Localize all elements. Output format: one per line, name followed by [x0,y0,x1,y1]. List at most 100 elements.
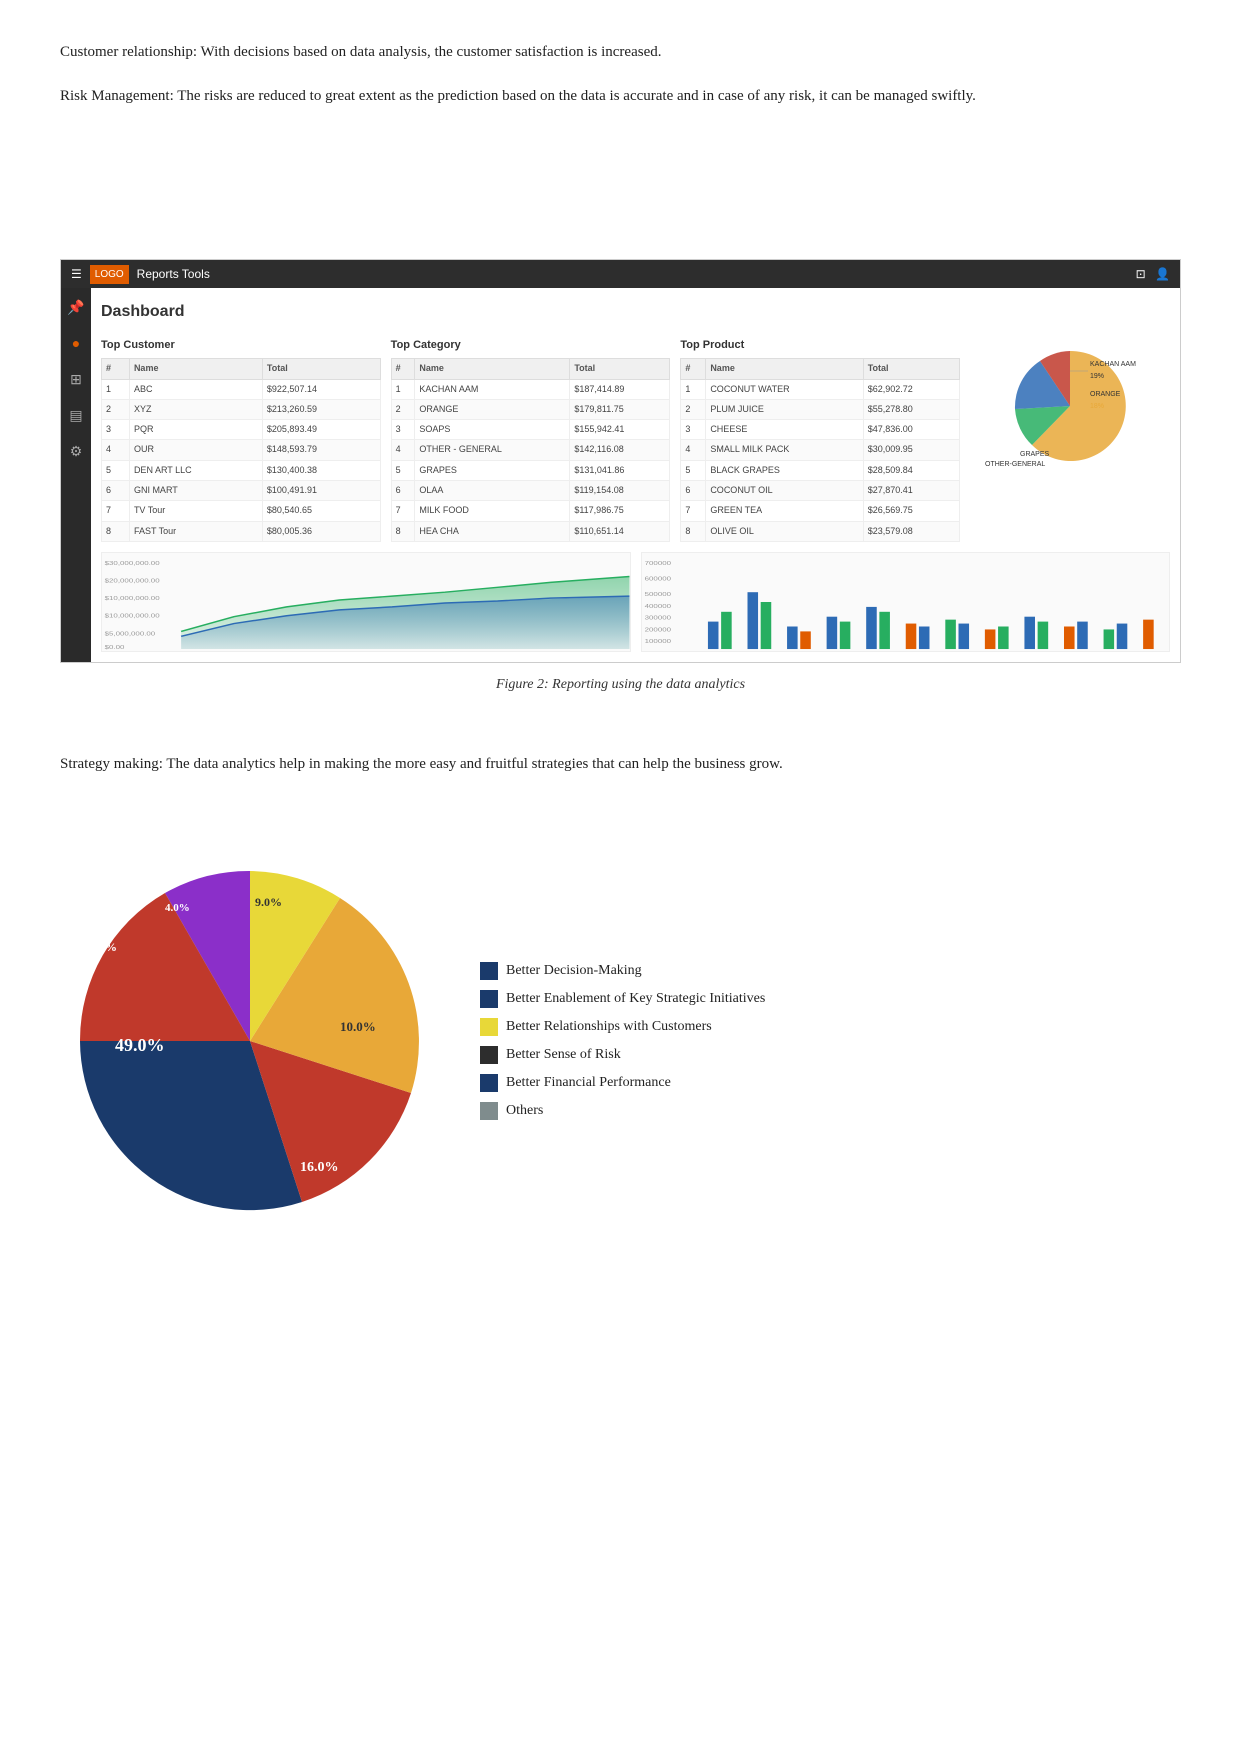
legend-label-1: Better Decision-Making [506,957,642,985]
legend-item-2: Better Enablement of Key Strategic Initi… [480,985,765,1013]
svg-text:10.0%: 10.0% [340,1019,376,1034]
top-product-section: Top Product # Name Total 1COCONUT WATER$… [680,336,960,542]
table-row: 5GRAPES$131,041.86 [391,460,670,480]
col-total: Total [262,359,380,379]
top-customer-section: Top Customer # Name Total 1ABC$922,507.1… [101,336,381,542]
figure-caption: Figure 2: Reporting using the data analy… [60,673,1181,697]
table-row: 5DEN ART LLC$130,400.38 [102,460,381,480]
legend-label-3: Better Relationships with Customers [506,1013,712,1041]
sidebar-nav: 📌 ● ⊞ ▤ ⚙ [61,288,91,662]
top-customer-table: # Name Total 1ABC$922,507.142XYZ$213,260… [101,358,381,542]
top-product-table: # Name Total 1COCONUT WATER$62,902.722PL… [680,358,960,542]
svg-text:4.0%: 4.0% [165,902,190,914]
table-row: 6GNI MART$100,491.91 [102,481,381,501]
large-chart-section: 49.0% 16.0% 10.0% 9.0% 4.0% 6.0% Better … [60,851,1181,1231]
small-pie-area: KACHAN AAM 19% ORANGE 18% GRAPES OTHER-G… [970,336,1170,542]
legend-item-6: Others [480,1097,765,1125]
svg-text:500000: 500000 [644,592,671,598]
paragraph-strategy: Strategy making: The data analytics help… [60,752,1181,778]
table-row: 1COCONUT WATER$62,902.72 [681,379,960,399]
svg-text:100000: 100000 [644,639,671,645]
legend-color-3 [480,1018,498,1036]
table-row: 8OLIVE OIL$23,579.08 [681,521,960,541]
paragraph-customer-relationship: Customer relationship: With decisions ba… [60,40,1181,66]
legend-label-2: Better Enablement of Key Strategic Initi… [506,985,765,1013]
legend-item-1: Better Decision-Making [480,957,765,985]
nav-bar-icon[interactable]: ▤ [69,404,82,428]
line-chart: $30,000,000.00 $20,000,000.00 $10,000,00… [101,552,631,652]
legend-label-6: Others [506,1097,543,1125]
chart-legend: Better Decision-Making Better Enablement… [480,957,765,1125]
nav-pin-icon[interactable]: 📌 [67,296,84,320]
svg-text:$20,000,000.00: $20,000,000.00 [105,578,160,584]
header-title: Reports Tools [137,264,210,284]
col-total3: Total [863,359,959,379]
svg-text:400000: 400000 [644,604,671,610]
table-row: 4SMALL MILK PACK$30,009.95 [681,440,960,460]
svg-text:200000: 200000 [644,627,671,633]
col-name2: Name [415,359,570,379]
dashboard-main: Dashboard Top Customer # Name Total [91,288,1180,662]
header-actions: ⊡ 👤 [1136,264,1170,284]
col-hash2: # [391,359,415,379]
table-row: 4OUR$148,593.79 [102,440,381,460]
tables-row: Top Customer # Name Total 1ABC$922,507.1… [101,336,1170,542]
table-row: 7MILK FOOD$117,986.75 [391,501,670,521]
table-row: 2PLUM JUICE$55,278.80 [681,399,960,419]
table-row: 2XYZ$213,260.59 [102,399,381,419]
user-icon[interactable]: 👤 [1155,267,1170,281]
svg-text:49.0%: 49.0% [115,1035,165,1055]
table-row: 3CHEESE$47,836.00 [681,420,960,440]
svg-text:OTHER-GENERAL: OTHER-GENERAL [985,461,1045,468]
table-row: 5BLACK GRAPES$28,509.84 [681,460,960,480]
table-row: 6OLAA$119,154.08 [391,481,670,501]
table-row: 7GREEN TEA$26,569.75 [681,501,960,521]
nav-grid-icon[interactable]: ⊞ [70,368,82,392]
top-product-title: Top Product [680,336,960,355]
svg-text:19%: 19% [1090,373,1104,380]
top-category-table: # Name Total 1KACHAN AAM$187,414.892ORAN… [391,358,671,542]
top-customer-title: Top Customer [101,336,381,355]
nav-settings-icon[interactable]: ⚙ [70,440,83,464]
legend-label-4: Better Sense of Risk [506,1041,621,1069]
table-row: 4OTHER - GENERAL$142,116.08 [391,440,670,460]
svg-text:$30,000,000.00: $30,000,000.00 [105,560,160,566]
svg-text:$0.00: $0.00 [105,645,125,651]
svg-text:GRAPES: GRAPES [1020,451,1050,458]
svg-text:6.0%: 6.0% [90,940,117,954]
table-row: 8FAST Tour$80,005.36 [102,521,381,541]
legend-item-3: Better Relationships with Customers [480,1013,765,1041]
paragraph-risk-management: Risk Management: The risks are reduced t… [60,84,1181,110]
table-row: 3SOAPS$155,942.41 [391,420,670,440]
table-row: 1ABC$922,507.14 [102,379,381,399]
table-row: 6COCONUT OIL$27,870.41 [681,481,960,501]
dashboard-header: ☰ LOGO Reports Tools ⊡ 👤 [61,260,1180,288]
col-name: Name [129,359,262,379]
large-pie-chart: 49.0% 16.0% 10.0% 9.0% 4.0% 6.0% [60,851,440,1231]
svg-text:9.0%: 9.0% [255,895,282,909]
svg-text:$5,000,000.00: $5,000,000.00 [105,631,156,637]
bar-chart: 700000 600000 500000 400000 300000 20000… [641,552,1171,652]
svg-text:600000: 600000 [644,576,671,582]
svg-text:700000: 700000 [644,560,671,566]
legend-color-1 [480,962,498,980]
nav-circle-icon[interactable]: ● [72,332,80,356]
col-hash3: # [681,359,706,379]
table-row: 7TV Tour$80,540.65 [102,501,381,521]
table-row: 2ORANGE$179,811.75 [391,399,670,419]
top-category-section: Top Category # Name Total 1KACHAN AAM$18… [391,336,671,542]
expand-icon[interactable]: ⊡ [1136,267,1146,281]
legend-item-5: Better Financial Performance [480,1069,765,1097]
charts-row: $30,000,000.00 $20,000,000.00 $10,000,00… [101,552,1170,652]
svg-text:ORANGE: ORANGE [1090,391,1121,398]
legend-label-5: Better Financial Performance [506,1069,671,1097]
col-total2: Total [570,359,670,379]
svg-text:18%: 18% [1090,403,1104,410]
col-name3: Name [706,359,863,379]
dashboard-screenshot: ☰ LOGO Reports Tools ⊡ 👤 📌 ● ⊞ ▤ ⚙ Dashb… [60,259,1181,663]
svg-text:KACHAN AAM: KACHAN AAM [1090,361,1136,368]
col-hash: # [102,359,130,379]
svg-text:$10,000,000.00: $10,000,000.00 [105,596,160,602]
header-logo: LOGO [90,265,129,284]
menu-icon[interactable]: ☰ [71,264,82,284]
